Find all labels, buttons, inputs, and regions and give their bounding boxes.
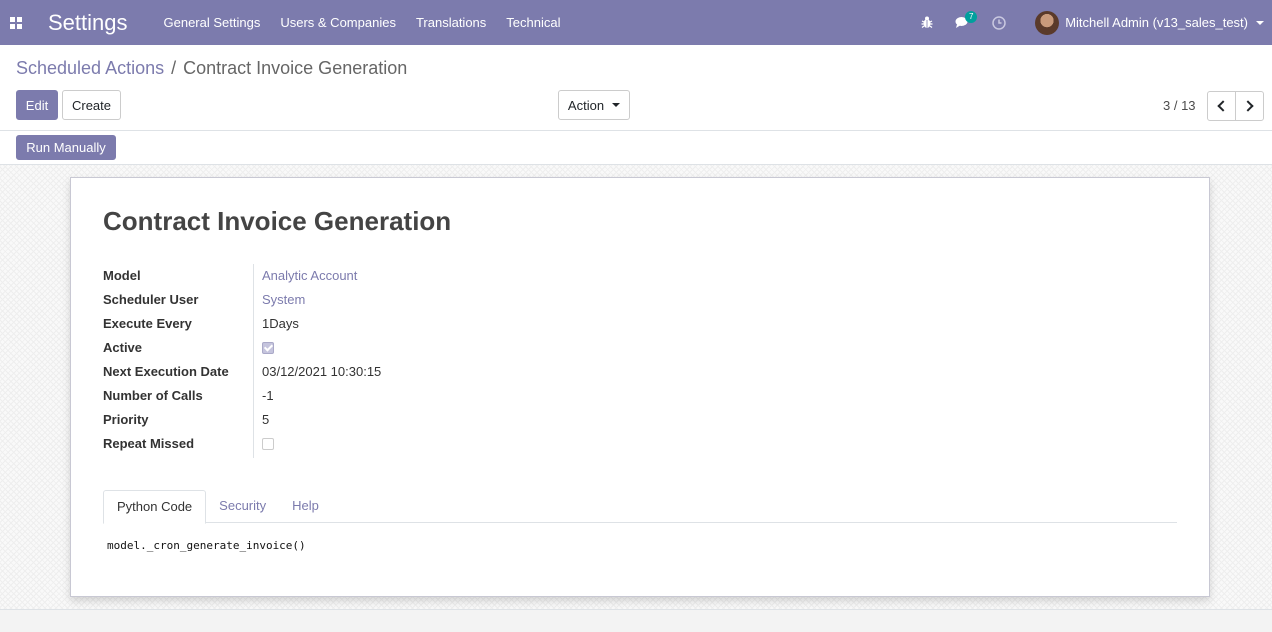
tab-help[interactable]: Help: [279, 490, 332, 522]
chat-icon[interactable]: 7: [949, 0, 978, 45]
breadcrumb-separator: /: [171, 58, 177, 78]
control-panel: Scheduled Actions / Contract Invoice Gen…: [0, 45, 1272, 131]
number-of-calls-value: -1: [262, 388, 274, 403]
model-value[interactable]: Analytic Account: [262, 268, 357, 283]
user-name: Mitchell Admin (v13_sales_test): [1065, 15, 1248, 30]
field-divider: [253, 264, 254, 458]
create-button[interactable]: Create: [62, 90, 121, 120]
python-code[interactable]: model._cron_generate_invoice(): [107, 539, 306, 552]
execute-every-value: 1Days: [262, 316, 299, 331]
chevron-down-icon: [1256, 20, 1264, 25]
record-title: Contract Invoice Generation: [103, 206, 452, 236]
repeat-missed-checkbox[interactable]: [262, 438, 274, 450]
apps-icon[interactable]: [0, 0, 32, 45]
form-sheet-background: Contract Invoice Generation Model Analyt…: [0, 165, 1272, 610]
clock-icon[interactable]: [985, 0, 1013, 45]
action-label: Action: [567, 97, 605, 113]
execute-every-label: Execute Every: [103, 316, 192, 331]
menu-technical[interactable]: Technical: [496, 0, 570, 45]
edit-button[interactable]: Edit: [16, 90, 58, 120]
notebook-tabs: Python Code Security Help: [103, 490, 1177, 524]
app-title: Settings: [48, 9, 128, 35]
active-label: Active: [103, 340, 143, 355]
pager-previous-button[interactable]: [1207, 91, 1236, 121]
form-sheet: Contract Invoice Generation Model Analyt…: [70, 177, 1210, 597]
top-navbar: Settings General Settings Users & Compan…: [0, 0, 1272, 45]
chevron-left-icon: [1217, 100, 1229, 112]
next-execution-date-label: Next Execution Date: [103, 364, 229, 379]
priority-label: Priority: [103, 412, 149, 427]
number-of-calls-label: Number of Calls: [103, 388, 203, 403]
repeat-missed-label: Repeat Missed: [103, 436, 195, 451]
next-execution-date-value: 03/12/2021 10:30:15: [262, 364, 382, 379]
avatar: [1035, 10, 1060, 35]
priority-value: 5: [262, 412, 270, 427]
user-menu[interactable]: Mitchell Admin (v13_sales_test): [1035, 10, 1264, 35]
action-dropdown[interactable]: Action: [558, 90, 630, 120]
chevron-right-icon: [1242, 100, 1254, 112]
menu-translations[interactable]: Translations: [406, 0, 496, 45]
form-statusbar: Run Manually: [0, 131, 1272, 165]
menu-general-settings[interactable]: General Settings: [154, 0, 271, 45]
scheduler-user-value[interactable]: System: [262, 292, 305, 307]
scheduler-user-label: Scheduler User: [103, 292, 199, 307]
caret-down-icon: [612, 103, 621, 107]
pager-next-button[interactable]: [1235, 91, 1264, 121]
messages-badge: 7: [965, 11, 978, 23]
tab-python-code[interactable]: Python Code: [103, 490, 207, 524]
menu-users-companies[interactable]: Users & Companies: [270, 0, 406, 45]
main-menu: General Settings Users & Companies Trans…: [154, 0, 571, 45]
bug-icon[interactable]: [913, 0, 941, 45]
breadcrumb-current: Contract Invoice Generation: [183, 58, 408, 78]
model-label: Model: [103, 268, 141, 283]
pager-value: 3 / 13: [1163, 98, 1196, 113]
tab-security[interactable]: Security: [206, 490, 279, 522]
run-manually-button[interactable]: Run Manually: [16, 135, 116, 160]
breadcrumb-scheduled-actions[interactable]: Scheduled Actions: [16, 58, 164, 79]
breadcrumb: Scheduled Actions / Contract Invoice Gen…: [16, 58, 407, 79]
systray: 7 Mitchell Admin (v13_sales_test): [909, 0, 1272, 45]
active-checkbox[interactable]: [262, 342, 274, 354]
